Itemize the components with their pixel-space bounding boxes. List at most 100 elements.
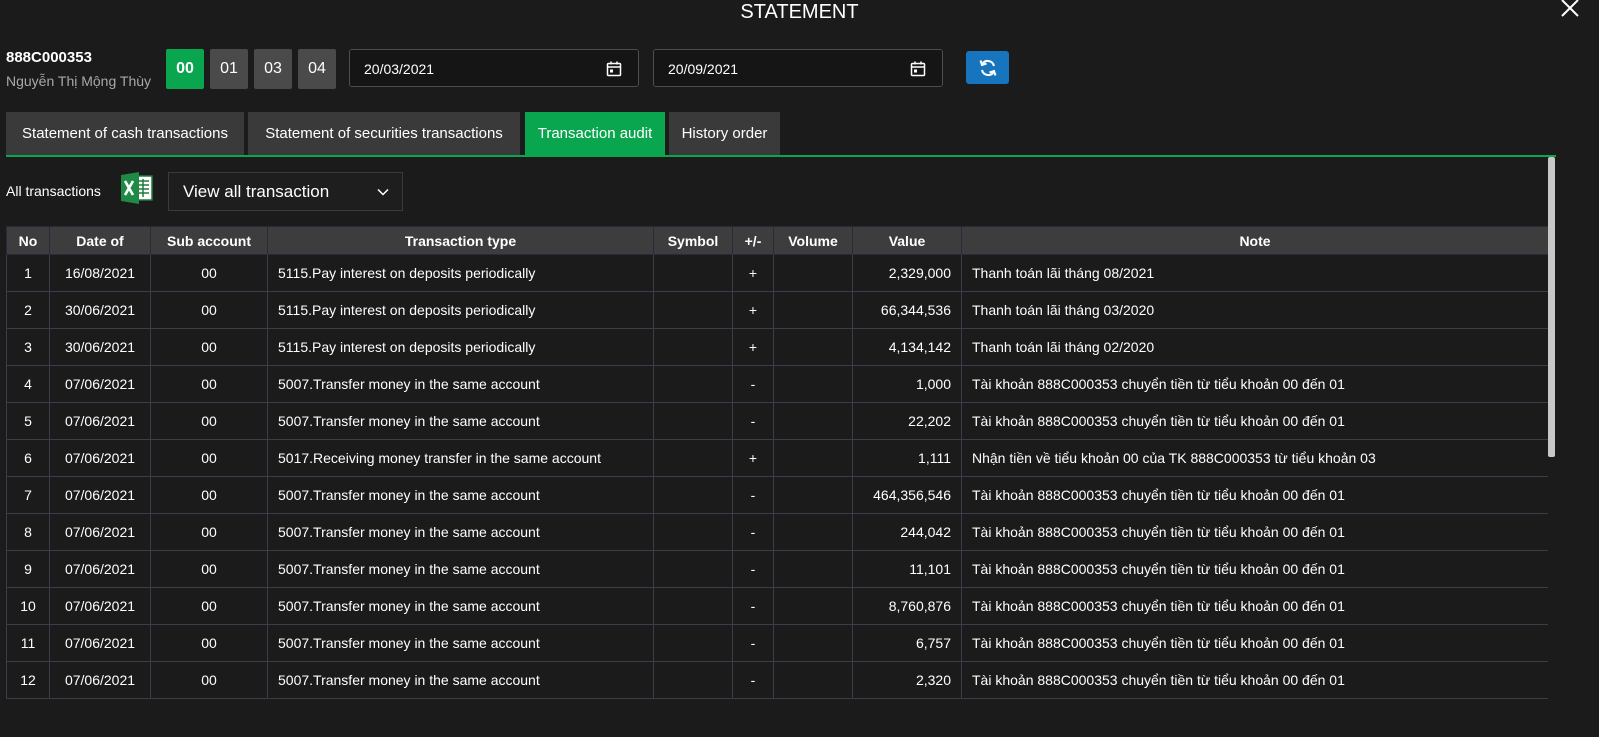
cell-value: 8,760,876 [852, 587, 962, 625]
cell-sign: + [732, 439, 774, 477]
table-row[interactable]: 11 07/06/2021 00 5007.Transfer money in the… [6, 624, 1548, 662]
cell-no: 10 [6, 587, 50, 625]
tab-underline [6, 155, 1556, 157]
cell-value: 2,329,000 [852, 254, 962, 292]
cell-no: 1 [6, 254, 50, 292]
cell-note: Tài khoản 888C000353 chuyển tiền từ tiểu… [961, 624, 1548, 662]
cell-sign: - [732, 365, 774, 403]
transaction-filter-value: View all transaction [183, 182, 330, 201]
cell-no: 4 [6, 365, 50, 403]
cell-no: 6 [6, 439, 50, 477]
cell-value: 1,111 [852, 439, 962, 477]
table-row[interactable]: 3 30/06/2021 00 5115.Pay interest on deposi… [6, 328, 1548, 366]
table-row[interactable]: 10 07/06/2021 00 5007.Transfer money in the… [6, 587, 1548, 625]
cell-transaction-type: 5007.Transfer money in the same account [267, 550, 654, 588]
to-date-value: 20/09/2021 [668, 61, 739, 77]
calendar-icon[interactable] [910, 61, 926, 77]
column-header-transaction-type[interactable]: Transaction type [267, 226, 654, 255]
column-header-volume[interactable]: Volume [773, 226, 853, 255]
tab-cash-transactions[interactable]: Statement of cash transactions [6, 112, 244, 155]
cell-volume [773, 513, 853, 551]
cell-symbol [653, 476, 733, 514]
cell-transaction-type: 5007.Transfer money in the same account [267, 365, 654, 403]
table-row[interactable]: 8 07/06/2021 00 5007.Transfer money in the … [6, 513, 1548, 551]
table-row[interactable]: 4 07/06/2021 00 5007.Transfer money in the … [6, 365, 1548, 403]
transactions-table: No Date of Sub account Transaction type … [6, 226, 1548, 699]
table-row[interactable]: 6 07/06/2021 00 5017.Receiving money transf… [6, 439, 1548, 477]
cell-no: 12 [6, 661, 50, 699]
cell-no: 9 [6, 550, 50, 588]
cell-value: 1,000 [852, 365, 962, 403]
column-header-sub-account[interactable]: Sub account [150, 226, 268, 255]
excel-icon[interactable] [120, 172, 154, 204]
cell-volume [773, 476, 853, 514]
window-title: STATEMENT [740, 1, 859, 23]
cell-volume [773, 365, 853, 403]
cell-value: 66,344,536 [852, 291, 962, 329]
cell-transaction-type: 5115.Pay interest on deposits periodical… [267, 254, 654, 292]
refresh-icon [979, 59, 996, 76]
cell-value: 4,134,142 [852, 328, 962, 366]
cell-symbol [653, 291, 733, 329]
column-header-symbol[interactable]: Symbol [653, 226, 733, 255]
cell-transaction-type: 5115.Pay interest on deposits periodical… [267, 328, 654, 366]
table-header-row: No Date of Sub account Transaction type … [6, 226, 1548, 255]
refresh-button[interactable] [966, 51, 1009, 84]
cell-volume [773, 328, 853, 366]
cell-transaction-type: 5007.Transfer money in the same account [267, 402, 654, 440]
tab-transaction-audit[interactable]: Transaction audit [525, 112, 665, 155]
transaction-filter-select[interactable]: View all transaction [168, 172, 403, 211]
column-header-value[interactable]: Value [852, 226, 962, 255]
cell-note: Thanh toán lãi tháng 02/2020 [961, 328, 1548, 366]
table-row[interactable]: 7 07/06/2021 00 5007.Transfer money in the … [6, 476, 1548, 514]
cell-value: 22,202 [852, 402, 962, 440]
table-row[interactable]: 9 07/06/2021 00 5007.Transfer money in the … [6, 550, 1548, 588]
cell-sign: - [732, 661, 774, 699]
cell-symbol [653, 624, 733, 662]
cell-no: 2 [6, 291, 50, 329]
table-row[interactable]: 5 07/06/2021 00 5007.Transfer money in the … [6, 402, 1548, 440]
cell-symbol [653, 402, 733, 440]
cell-sign: + [732, 291, 774, 329]
cell-sub-account: 00 [150, 661, 268, 699]
table-body: 1 16/08/2021 00 5115.Pay interest on deposi… [6, 254, 1548, 699]
cell-date: 07/06/2021 [49, 402, 151, 440]
calendar-icon[interactable] [606, 61, 622, 77]
scrollbar-thumb[interactable] [1548, 157, 1555, 457]
column-header-sign[interactable]: +/- [732, 226, 774, 255]
cell-transaction-type: 5017.Receiving money transfer in the sam… [267, 439, 654, 477]
cell-no: 8 [6, 513, 50, 551]
cell-volume [773, 254, 853, 292]
close-icon[interactable] [1559, 0, 1581, 19]
column-header-note[interactable]: Note [961, 226, 1548, 255]
cell-sub-account: 00 [150, 550, 268, 588]
cell-sub-account: 00 [150, 328, 268, 366]
cell-sign: - [732, 402, 774, 440]
sub-account-button-03[interactable]: 03 [254, 49, 292, 89]
cell-volume [773, 291, 853, 329]
column-header-no[interactable]: No [6, 226, 50, 255]
cell-date: 07/06/2021 [49, 661, 151, 699]
sub-account-button-04[interactable]: 04 [298, 49, 336, 89]
table-row[interactable]: 12 07/06/2021 00 5007.Transfer money in the… [6, 661, 1548, 699]
from-date-input[interactable]: 20/03/2021 [349, 49, 639, 87]
to-date-input[interactable]: 20/09/2021 [653, 49, 943, 87]
cell-symbol [653, 254, 733, 292]
cell-sub-account: 00 [150, 402, 268, 440]
tab-history-order[interactable]: History order [669, 112, 780, 155]
table-row[interactable]: 2 30/06/2021 00 5115.Pay interest on deposi… [6, 291, 1548, 329]
sub-account-button-00[interactable]: 00 [166, 49, 204, 89]
filter-label: All transactions [6, 183, 101, 199]
cell-sub-account: 00 [150, 624, 268, 662]
cell-symbol [653, 550, 733, 588]
tab-securities-transactions[interactable]: Statement of securities transactions [248, 112, 520, 155]
cell-sub-account: 00 [150, 513, 268, 551]
sub-account-button-01[interactable]: 01 [210, 49, 248, 89]
cell-date: 07/06/2021 [49, 439, 151, 477]
cell-sign: - [732, 513, 774, 551]
column-header-date[interactable]: Date of [49, 226, 151, 255]
account-code: 888C000353 [6, 49, 92, 66]
cell-volume [773, 439, 853, 477]
cell-note: Tài khoản 888C000353 chuyển tiền từ tiểu… [961, 365, 1548, 403]
table-row[interactable]: 1 16/08/2021 00 5115.Pay interest on deposi… [6, 254, 1548, 292]
